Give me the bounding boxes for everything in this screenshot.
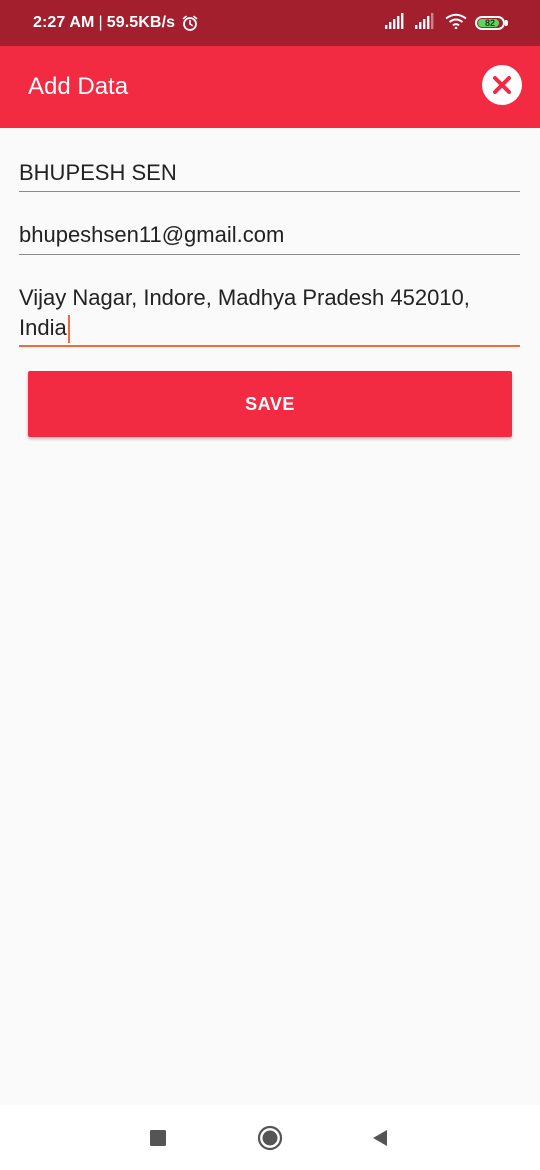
- navigation-bar: [0, 1105, 540, 1170]
- save-button[interactable]: SAVE: [28, 371, 512, 437]
- status-right: 82: [385, 0, 508, 46]
- recent-apps-button[interactable]: [140, 1105, 176, 1170]
- wifi-icon: [445, 13, 467, 34]
- back-icon: [371, 1129, 389, 1147]
- email-field[interactable]: bhupeshsen11@gmail.com: [19, 220, 520, 255]
- recent-apps-icon: [149, 1129, 167, 1147]
- battery-tip: [505, 20, 508, 26]
- close-icon: [491, 74, 513, 96]
- text-cursor: [67, 315, 70, 344]
- status-separator: |: [98, 14, 103, 31]
- email-field-value: bhupeshsen11@gmail.com: [19, 222, 285, 247]
- signal-icon: [385, 12, 407, 34]
- home-button[interactable]: [252, 1105, 288, 1170]
- status-left: 2:27 AM | 59.5KB/s: [33, 0, 199, 46]
- address-field-value: Vijay Nagar, Indore, Madhya Pradesh 4520…: [19, 285, 477, 340]
- close-button[interactable]: [482, 65, 522, 105]
- name-field[interactable]: BHUPESH SEN: [19, 158, 520, 192]
- name-field-value: BHUPESH SEN: [19, 160, 177, 185]
- status-net-speed: 59.5KB/s: [106, 14, 176, 31]
- battery-icon: 82: [475, 16, 508, 30]
- home-icon: [257, 1125, 283, 1151]
- battery-body: 82: [475, 16, 505, 30]
- app-bar: Add Data: [0, 46, 540, 128]
- alarm-icon: [181, 14, 199, 32]
- signal-icon: [415, 12, 437, 34]
- status-bar: 2:27 AM | 59.5KB/s 82: [0, 0, 540, 46]
- back-button[interactable]: [362, 1105, 398, 1170]
- address-field[interactable]: Vijay Nagar, Indore, Madhya Pradesh 4520…: [19, 283, 520, 347]
- battery-level: 82: [484, 17, 495, 28]
- status-time: 2:27 AM: [33, 14, 95, 31]
- page-title: Add Data: [28, 73, 129, 100]
